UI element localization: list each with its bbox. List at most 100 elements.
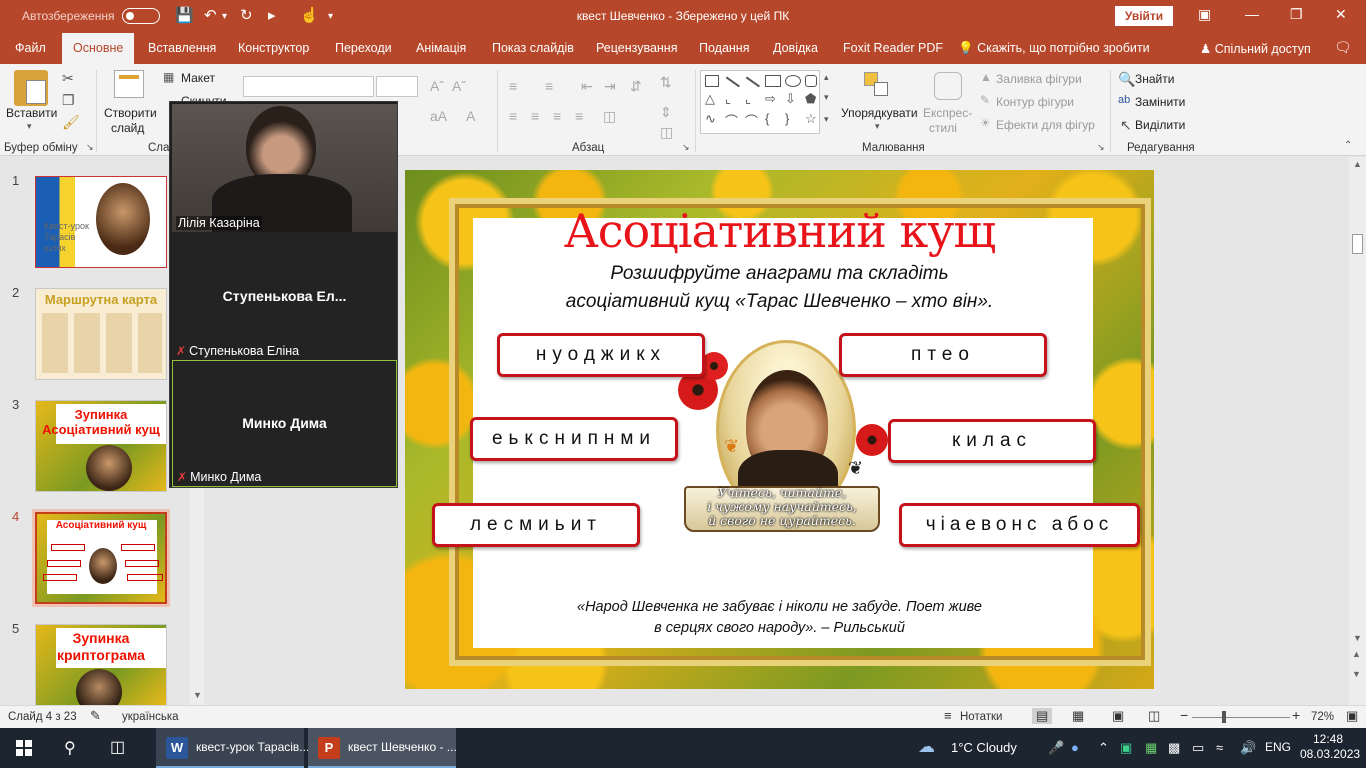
quick-styles-button-2[interactable]: стилі [929,121,957,135]
microphone-icon[interactable]: 🎤 [1048,740,1064,756]
shape-fill-button[interactable]: Заливка фігури [996,72,1082,86]
participant-tile-1[interactable]: Лілія Казаріна [172,104,397,232]
tray-app-icon[interactable]: ▣ [1120,740,1132,756]
minimize-icon[interactable]: — [1245,6,1259,22]
find-icon[interactable]: 🔍 [1118,71,1135,88]
tab-insert[interactable]: Вставлення [148,41,216,55]
cut-icon[interactable]: ✂ [62,70,74,87]
tab-file[interactable]: Файл [15,41,46,55]
numbering-icon[interactable]: ≡ [545,78,553,94]
rounded-rect-shape-icon[interactable] [805,75,817,87]
clipboard-launcher-icon[interactable]: ↘ [86,142,94,153]
font-size-input[interactable] [376,76,418,97]
task-view-icon[interactable]: ◫ [110,737,125,757]
bullets-icon[interactable]: ≡ [509,78,517,94]
text-shadow-icon[interactable]: aA [430,108,447,124]
increase-indent-icon[interactable]: ⇥ [604,78,616,95]
justify-icon[interactable]: ≡ [575,108,583,124]
shapes-gallery[interactable]: △ ⌞ ⌞ ⇨ ⇩ ⬟ ∿ ⌒ ⌒ { } ☆ [700,70,820,134]
weather-text[interactable]: 1°C Cloudy [951,740,1017,755]
text-direction-icon[interactable]: ⇅ [660,74,672,91]
shape-effects-icon[interactable]: ☀ [980,116,991,130]
participant-tile-3[interactable]: Минко Дима ✗ Минко Дима [172,360,397,487]
fit-to-window-icon[interactable]: ▣ [1346,708,1358,724]
search-icon[interactable]: ⚲ [64,738,76,758]
clock[interactable]: 12:48 08.03.2023 [1300,732,1360,762]
zoom-slider-track[interactable] [1192,717,1290,718]
tab-home[interactable]: Основне [62,33,135,64]
tray-app-icon[interactable]: ▩ [1168,740,1180,756]
zoom-level[interactable]: 72% [1311,711,1334,723]
close-icon[interactable]: ✕ [1335,6,1347,23]
align-center-icon[interactable]: ≡ [531,108,539,124]
anagram-box-5[interactable]: лесмиьит [432,503,640,547]
rectangle-shape-icon[interactable] [765,75,781,87]
slide-canvas[interactable]: Асоціативний кущ Розшифруйте анаграми та… [405,170,1154,689]
slide-subtitle[interactable]: Розшифруйте анаграми та складіть асоціат… [405,260,1154,316]
format-painter-icon[interactable]: 🖌 [62,114,80,131]
share-button[interactable]: ♟ Спільний доступ [1200,41,1311,56]
volume-icon[interactable]: 🔊 [1240,740,1256,756]
scroll-down-icon[interactable]: ▼ [1353,633,1362,643]
paragraph-launcher-icon[interactable]: ↘ [682,142,690,153]
right-arrow-shape-icon[interactable]: ⇨ [765,91,776,107]
shape-outline-button[interactable]: Контур фігури [996,95,1074,109]
replace-icon[interactable]: ab [1118,94,1130,106]
zoom-in-icon[interactable]: + [1292,707,1300,723]
elbow-connector-icon[interactable]: ⌞ [725,91,731,107]
notes-icon[interactable]: ≡ [944,708,952,723]
new-slide-label-2[interactable]: слайд [111,121,144,135]
line-spacing-icon[interactable]: ⇵ [630,78,642,95]
arrow-line-shape-icon[interactable] [746,76,760,87]
arrange-dropdown-icon[interactable]: ▾ [875,121,880,132]
slide-scrollbar[interactable]: ▲ ▼ ▲ ▼ [1349,157,1366,705]
shape-outline-icon[interactable]: ✎ [980,93,990,107]
restore-icon[interactable]: ❐ [1290,6,1303,23]
tab-transitions[interactable]: Переходи [335,41,392,55]
layout-icon[interactable]: ▦ [163,70,174,84]
zoom-slider-thumb[interactable] [1222,711,1226,723]
line-shape-icon[interactable] [726,76,740,87]
align-right-icon[interactable]: ≡ [553,108,561,124]
drawing-launcher-icon[interactable]: ↘ [1097,142,1105,153]
increase-font-icon[interactable]: Aˆ [430,78,444,94]
taskbar-app-powerpoint[interactable]: P квест Шевченко - ... [308,728,457,768]
start-button[interactable] [0,728,48,768]
scroll-thumb[interactable] [1352,234,1363,254]
right-brace-shape-icon[interactable]: } [785,111,789,126]
anagram-box-1[interactable]: нуоджикх [497,333,705,377]
tell-me-search[interactable]: 💡 Скажіть, що потрібно зробити [958,41,1150,56]
oval-shape-icon[interactable] [785,75,801,87]
collapse-ribbon-icon[interactable]: ⌃ [1344,140,1352,151]
anagram-box-2[interactable]: птео [839,333,1047,377]
paste-dropdown-icon[interactable]: ▾ [27,121,32,132]
shape-effects-button[interactable]: Ефекти для фігур [996,118,1095,132]
tab-slideshow[interactable]: Показ слайдів [492,41,574,55]
arrange-button[interactable]: Упорядкувати [841,106,918,120]
slide-sorter-icon[interactable]: ▦ [1072,708,1084,724]
thumb-slide-3[interactable]: Зупинка Асоціативний кущ [35,400,167,492]
layout-button[interactable]: Макет [181,71,215,85]
anagram-box-3[interactable]: еькснипнми [470,417,678,461]
left-brace-shape-icon[interactable]: { [765,111,769,126]
zoom-out-icon[interactable]: − [1180,707,1188,723]
reading-view-icon[interactable]: ▣ [1112,708,1124,724]
decrease-indent-icon[interactable]: ⇤ [581,78,593,95]
slide-quote[interactable]: «Народ Шевченка не забуває і ніколи не з… [405,597,1154,639]
quick-styles-icon[interactable] [934,72,962,100]
spellcheck-icon[interactable]: ✎ [90,708,101,724]
down-arrow-shape-icon[interactable]: ⇩ [785,91,796,107]
paste-button[interactable]: Вставити [6,106,57,120]
new-slide-label[interactable]: Створити [104,106,157,120]
shape-fill-icon[interactable]: ▲ [980,70,992,84]
video-call-panel[interactable]: Лілія Казаріна Ступенькова Ел... ✗ Ступен… [169,101,398,488]
tab-design[interactable]: Конструктор [238,41,309,55]
copy-icon[interactable]: ❐ [62,92,75,109]
thumb-slide-2[interactable]: Маршрутна карта [35,288,167,380]
thumb-slide-5[interactable]: Зупинка криптограма [35,624,167,706]
tray-app-icon[interactable]: ▦ [1145,740,1157,756]
textbox-shape-icon[interactable] [705,75,719,87]
curve-shape-icon[interactable]: ⌒ [745,111,758,130]
align-left-icon[interactable]: ≡ [509,108,517,124]
gallery-more-icon[interactable]: ▾ [824,114,829,125]
